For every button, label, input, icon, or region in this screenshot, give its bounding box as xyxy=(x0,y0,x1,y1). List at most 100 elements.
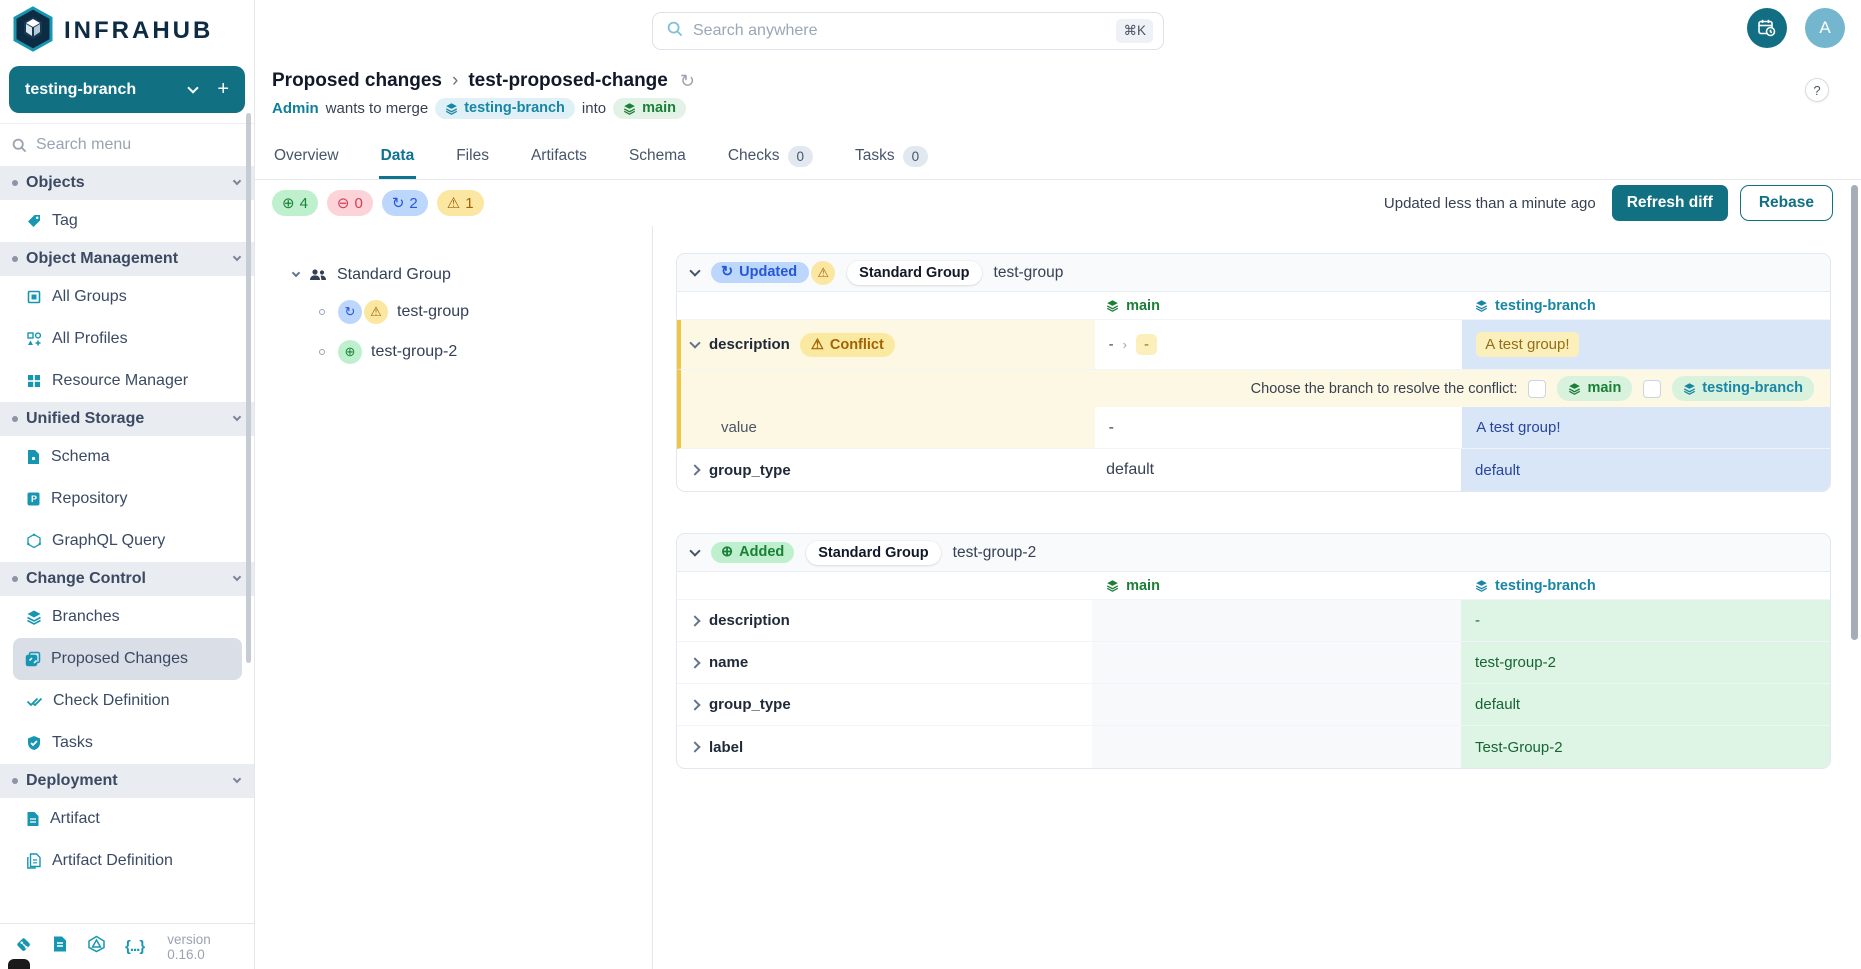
git-icon[interactable] xyxy=(14,935,33,959)
chevron-down-icon[interactable] xyxy=(292,269,300,277)
row-description: description ⚠Conflict - › - A test group… xyxy=(677,320,1830,370)
sidebar-item-schema[interactable]: Schema xyxy=(0,436,254,478)
updated-count-badge[interactable]: ↻2 xyxy=(382,190,428,216)
tab-data[interactable]: Data xyxy=(379,136,417,179)
branch-layers-icon xyxy=(1568,382,1581,395)
resolve-main-badge[interactable]: main xyxy=(1557,376,1632,401)
chevron-right-icon[interactable] xyxy=(689,699,700,710)
tree-node-standard-group[interactable]: Standard Group xyxy=(293,266,642,284)
sidebar-item-artifact-definition[interactable]: Artifact Definition xyxy=(0,840,254,882)
sidebar-item-label: Resource Manager xyxy=(52,372,188,390)
conflict-count-badge[interactable]: ⚠1 xyxy=(437,190,484,216)
menu-search[interactable] xyxy=(0,123,254,166)
chevron-down-icon[interactable] xyxy=(188,82,199,93)
main-value-cell xyxy=(1092,684,1461,725)
tab-overview[interactable]: Overview xyxy=(272,136,341,179)
minus-circle-icon: ⊖ xyxy=(337,194,350,212)
branch-selector[interactable]: testing-branch + xyxy=(9,66,245,113)
resolve-branch-badge[interactable]: testing-branch xyxy=(1672,376,1814,401)
chevron-right-icon[interactable] xyxy=(689,464,700,475)
chevron-down-icon[interactable] xyxy=(689,545,700,556)
diff-card-header[interactable]: ↻Updated ⚠ Standard Group test-group xyxy=(677,254,1830,292)
row-group-type: group_type default default xyxy=(677,449,1830,491)
nav-section-change-control[interactable]: Change Control xyxy=(0,562,254,596)
resolve-main-checkbox[interactable] xyxy=(1528,380,1546,398)
source-branch-badge[interactable]: testing-branch xyxy=(435,98,575,119)
sidebar-item-label: All Profiles xyxy=(52,330,128,348)
chevron-right-icon[interactable] xyxy=(689,657,700,668)
chevron-down-icon[interactable] xyxy=(689,265,700,276)
branch-layers-icon xyxy=(1475,579,1488,592)
menu-search-input[interactable] xyxy=(36,136,206,154)
logo[interactable]: INFRAHUB xyxy=(0,0,254,62)
bullet-icon xyxy=(12,576,18,582)
create-branch-button[interactable]: + xyxy=(207,78,229,101)
sidebar-item-tag[interactable]: Tag xyxy=(0,200,254,242)
sidebar: INFRAHUB testing-branch + Objects Tag xyxy=(0,0,255,969)
app-root: INFRAHUB testing-branch + Objects Tag xyxy=(0,0,1861,969)
page-scrollbar[interactable] xyxy=(1851,185,1858,640)
chevron-right-icon[interactable] xyxy=(689,741,700,752)
refresh-diff-button[interactable]: Refresh diff xyxy=(1612,185,1728,221)
resolve-branch-checkbox[interactable] xyxy=(1643,380,1661,398)
old-value: - xyxy=(1109,336,1114,353)
sidebar-item-repository[interactable]: P Repository xyxy=(0,478,254,520)
sidebar-item-label: Artifact xyxy=(50,810,100,828)
main-value-cell xyxy=(1092,600,1461,641)
row-label-cell: description xyxy=(677,600,1092,641)
added-count-badge[interactable]: ⊕4 xyxy=(272,190,318,216)
tab-artifacts[interactable]: Artifacts xyxy=(529,136,589,179)
tab-tasks[interactable]: Tasks0 xyxy=(853,136,930,179)
sidebar-item-artifact[interactable]: Artifact xyxy=(0,798,254,840)
target-branch-badge[interactable]: main xyxy=(613,98,686,119)
arrow-icon: › xyxy=(1123,337,1127,352)
updated-status-icon: ↻ xyxy=(338,300,362,324)
sidebar-item-tasks[interactable]: Tasks xyxy=(0,722,254,764)
global-search[interactable]: ⌘K xyxy=(652,12,1164,50)
tab-checks[interactable]: Checks0 xyxy=(726,136,815,179)
tab-schema[interactable]: Schema xyxy=(627,136,688,179)
sidebar-item-graphql-query[interactable]: GraphQL Query xyxy=(0,520,254,562)
attribute-name: description xyxy=(709,336,790,353)
column-header-testing-branch: testing-branch xyxy=(1461,572,1830,599)
chevron-right-icon[interactable] xyxy=(689,615,700,626)
nav-section-deployment[interactable]: Deployment xyxy=(0,764,254,798)
tree-node-test-group[interactable]: ↻ ⚠ test-group xyxy=(319,300,642,324)
tree-node-label: test-group xyxy=(397,303,469,321)
sidebar-item-all-profiles[interactable]: All Profiles xyxy=(0,318,254,360)
tab-files[interactable]: Files xyxy=(454,136,491,179)
help-button[interactable]: ? xyxy=(1805,78,1829,102)
sidebar-item-all-groups[interactable]: All Groups xyxy=(0,276,254,318)
tree-node-test-group-2[interactable]: ⊕ test-group-2 xyxy=(319,340,642,364)
rebase-button[interactable]: Rebase xyxy=(1740,185,1833,221)
row-label-cell: name xyxy=(677,642,1092,683)
avatar-initial: A xyxy=(1819,18,1830,38)
added-status-badge: ⊕Added xyxy=(711,542,794,563)
sidebar-scrollbar[interactable] xyxy=(246,113,251,663)
chat-widget[interactable] xyxy=(8,959,30,969)
global-search-input[interactable] xyxy=(693,22,1106,40)
removed-count-badge[interactable]: ⊖0 xyxy=(327,190,373,216)
sidebar-item-proposed-changes[interactable]: Proposed Changes xyxy=(13,638,242,680)
docs-icon[interactable] xyxy=(52,935,68,958)
sidebar-item-resource-manager[interactable]: Resource Manager xyxy=(0,360,254,402)
object-name: test-group xyxy=(994,264,1064,282)
chevron-down-icon[interactable] xyxy=(689,337,700,348)
avatar[interactable]: A xyxy=(1805,8,1845,48)
bullet-icon xyxy=(12,180,18,186)
nav-section-unified-storage[interactable]: Unified Storage xyxy=(0,402,254,436)
swagger-icon[interactable]: {...} xyxy=(125,938,144,955)
sidebar-nav: Objects Tag Object Management All Groups… xyxy=(0,166,254,923)
nav-section-objects[interactable]: Objects xyxy=(0,166,254,200)
refresh-icon[interactable]: ↻ xyxy=(680,71,695,92)
diff-card-header[interactable]: ⊕Added Standard Group test-group-2 xyxy=(677,534,1830,572)
author-name[interactable]: Admin xyxy=(272,100,319,117)
nav-section-object-management[interactable]: Object Management xyxy=(0,242,254,276)
breadcrumb-proposed-changes[interactable]: Proposed changes xyxy=(272,70,442,92)
tasks-schedule-button[interactable] xyxy=(1747,8,1787,48)
sidebar-item-branches[interactable]: Branches xyxy=(0,596,254,638)
diff-panel: ↻Updated ⚠ Standard Group test-group mai… xyxy=(653,226,1861,969)
sidebar-item-check-definition[interactable]: Check Definition xyxy=(0,680,254,722)
row-description-value: value - A test group! xyxy=(677,407,1830,449)
graphql-playground-icon[interactable] xyxy=(87,935,106,958)
